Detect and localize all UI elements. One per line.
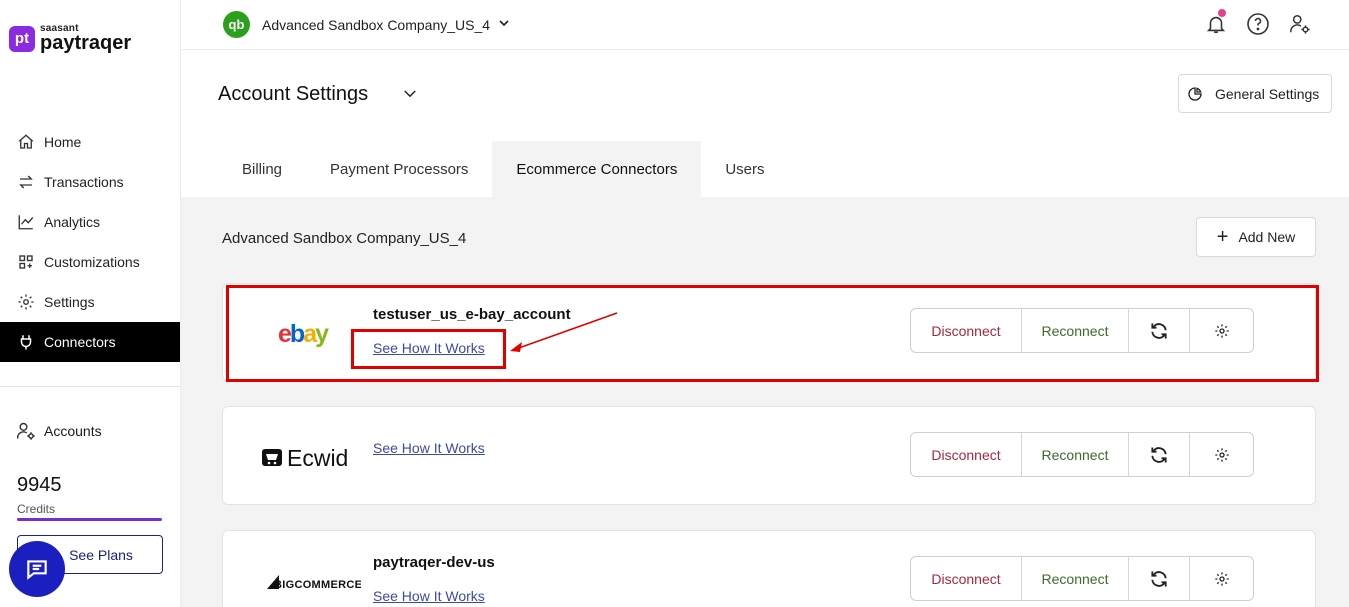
sidebar-item-transactions[interactable]: Transactions bbox=[0, 162, 180, 202]
grid-plus-icon bbox=[16, 252, 36, 272]
general-settings-button[interactable]: General Settings bbox=[1178, 74, 1332, 113]
sidebar-item-label: Home bbox=[44, 134, 82, 150]
plus-icon: + bbox=[1216, 226, 1229, 248]
sidebar-item-customizations[interactable]: Customizations bbox=[0, 242, 180, 282]
ecwid-logo-text: Ecwid bbox=[287, 445, 348, 470]
annotation-highlight-link bbox=[351, 329, 506, 369]
sidebar-item-home[interactable]: Home bbox=[0, 122, 180, 162]
sidebar: pt saasant paytraqer Home Transactions A… bbox=[0, 0, 181, 607]
tab-billing[interactable]: Billing bbox=[218, 141, 306, 197]
connector-name: paytraqer-dev-us bbox=[373, 554, 495, 571]
brand-badge: pt bbox=[9, 25, 35, 52]
see-how-it-works-link[interactable]: See How It Works bbox=[373, 588, 485, 604]
bigcommerce-logo: BIGCOMMERCE bbox=[253, 561, 373, 601]
sidebar-item-label: Connectors bbox=[44, 334, 116, 350]
gear-icon[interactable] bbox=[1190, 557, 1253, 600]
connector-actions: Disconnect Reconnect bbox=[910, 556, 1254, 601]
swap-arrows-icon bbox=[16, 172, 36, 192]
credits-bar bbox=[17, 518, 162, 521]
brand-logo[interactable]: pt saasant paytraqer bbox=[9, 24, 131, 53]
sidebar-item-label: Analytics bbox=[44, 214, 101, 230]
sidebar-item-label: Customizations bbox=[44, 254, 140, 270]
connector-card-ecwid: Ecwid See How It Works Disconnect Reconn… bbox=[222, 406, 1316, 505]
pie-chart-icon bbox=[1187, 86, 1203, 102]
sync-icon[interactable] bbox=[1129, 557, 1190, 600]
sidebar-item-analytics[interactable]: Analytics bbox=[0, 202, 180, 242]
company-selector[interactable]: Advanced Sandbox Company_US_4 bbox=[262, 17, 490, 33]
ecwid-logo: Ecwid bbox=[253, 407, 373, 506]
general-settings-label: General Settings bbox=[1215, 85, 1320, 102]
bigcommerce-logo-text: BIGCOMMERCE bbox=[274, 579, 361, 591]
sidebar-item-connectors[interactable]: Connectors bbox=[0, 322, 180, 362]
chat-icon[interactable] bbox=[9, 541, 65, 597]
connector-actions: Disconnect Reconnect bbox=[910, 432, 1254, 477]
sidebar-item-label: Settings bbox=[44, 294, 95, 310]
help-icon[interactable] bbox=[1246, 12, 1270, 36]
bell-icon[interactable] bbox=[1204, 9, 1228, 36]
sidebar-item-accounts[interactable]: Accounts bbox=[0, 411, 180, 451]
plug-icon bbox=[16, 332, 36, 352]
gear-icon bbox=[16, 292, 36, 312]
add-new-button[interactable]: + Add New bbox=[1196, 217, 1316, 257]
gear-icon[interactable] bbox=[1190, 433, 1253, 476]
connectors-panel: Advanced Sandbox Company_US_4 + Add New … bbox=[181, 197, 1349, 607]
accounts-label: Accounts bbox=[44, 423, 102, 439]
chevron-down-icon[interactable] bbox=[401, 85, 419, 108]
sidebar-item-label: Transactions bbox=[44, 174, 124, 190]
line-chart-icon bbox=[16, 212, 36, 232]
see-how-it-works-link[interactable]: See How It Works bbox=[373, 440, 485, 456]
credits-label: Credits bbox=[17, 502, 56, 516]
disconnect-button[interactable]: Disconnect bbox=[911, 557, 1022, 600]
company-heading: Advanced Sandbox Company_US_4 bbox=[222, 230, 467, 247]
user-gear-icon bbox=[16, 421, 36, 441]
sync-icon[interactable] bbox=[1129, 433, 1190, 476]
add-new-label: Add New bbox=[1238, 229, 1296, 245]
reconnect-button[interactable]: Reconnect bbox=[1022, 433, 1129, 476]
user-settings-icon[interactable] bbox=[1288, 12, 1312, 36]
top-bar: qb Advanced Sandbox Company_US_4 bbox=[181, 0, 1349, 50]
credits-value: 9945 bbox=[17, 474, 62, 496]
tab-payment-processors[interactable]: Payment Processors bbox=[306, 141, 492, 197]
sidebar-nav: Home Transactions Analytics Customizatio… bbox=[0, 122, 180, 362]
disconnect-button[interactable]: Disconnect bbox=[911, 433, 1022, 476]
sidebar-divider bbox=[0, 386, 180, 387]
home-icon bbox=[16, 132, 36, 152]
settings-tabs: Billing Payment Processors Ecommerce Con… bbox=[218, 141, 789, 197]
page-title: Account Settings bbox=[218, 83, 369, 105]
tab-users[interactable]: Users bbox=[701, 141, 788, 197]
notification-dot bbox=[1218, 9, 1226, 17]
tab-ecommerce-connectors[interactable]: Ecommerce Connectors bbox=[492, 141, 702, 197]
reconnect-button[interactable]: Reconnect bbox=[1022, 557, 1129, 600]
quickbooks-logo: qb bbox=[223, 11, 250, 38]
connector-card-bigcommerce: BIGCOMMERCE paytraqer-dev-us See How It … bbox=[222, 530, 1316, 607]
chevron-down-icon[interactable] bbox=[496, 15, 512, 36]
brand-name: paytraqer bbox=[40, 32, 132, 54]
sidebar-item-settings[interactable]: Settings bbox=[0, 282, 180, 322]
